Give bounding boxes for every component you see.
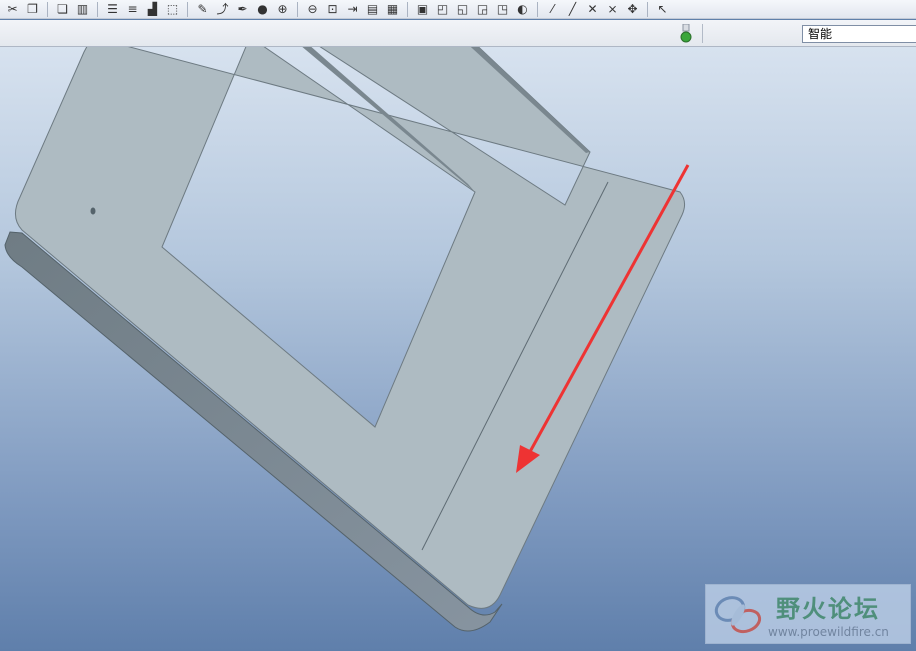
toolbar-separator [47, 1, 48, 17]
toolbar-separator [537, 1, 538, 17]
sphere-icon[interactable]: ● [254, 1, 271, 17]
graphics-viewport[interactable] [0, 47, 916, 651]
spin-center-icon[interactable]: ✥ [624, 1, 641, 17]
main-toolbar: ✂ ❐ ❏ ▥ ☰ ≡ ▟ ⬚ ✎ ⤴ ✒ ● ⊕ ⊖ ⊡ ⇥ ▤ ▦ ▣ ◰ ◱ ◲ ◳ ◐ ⁄ ╱ ✕ ⨯ ✥ ↖ [0, 0, 916, 19]
appearance-icon[interactable]: ✒ [234, 1, 251, 17]
toolbar-separator [97, 1, 98, 17]
view-layers-icon[interactable]: ▦ [384, 1, 401, 17]
zoom-fit-icon[interactable]: ⊡ [324, 1, 341, 17]
toolbar-separator [647, 1, 648, 17]
coord-sys-icon[interactable]: ⨯ [604, 1, 621, 17]
layer-color-icon[interactable]: ≡ [124, 1, 141, 17]
status-bar: 智能 [0, 20, 916, 47]
no-hidden-icon[interactable]: ◲ [474, 1, 491, 17]
layer-icon[interactable]: ☰ [104, 1, 121, 17]
hidden-line-icon[interactable]: ◱ [454, 1, 471, 17]
cut-icon[interactable]: ✂ [4, 1, 21, 17]
watermark-title: 野火论坛 [776, 595, 880, 623]
zoom-in-icon[interactable]: ⊕ [274, 1, 291, 17]
select-box-icon[interactable]: ⬚ [164, 1, 181, 17]
copy-icon[interactable]: ❐ [24, 1, 41, 17]
curve-icon[interactable]: ⤴ [214, 1, 231, 17]
datum-plane-icon[interactable]: ⁄ [544, 1, 561, 17]
regenerate-icon[interactable]: ▟ [144, 1, 161, 17]
paste-icon[interactable]: ❏ [54, 1, 71, 17]
small-hole [90, 207, 96, 215]
model-tree-icon[interactable]: ▥ [74, 1, 91, 17]
zoom-out-icon[interactable]: ⊖ [304, 1, 321, 17]
forum-watermark: 野火论坛 www.proewildfire.cn [705, 584, 911, 644]
butterfly-logo-icon [714, 596, 762, 634]
reorient-icon[interactable]: ⇥ [344, 1, 361, 17]
enhanced-shading-icon[interactable]: ◐ [514, 1, 531, 17]
wireframe-icon[interactable]: ◰ [434, 1, 451, 17]
part-model [4, 47, 690, 632]
selection-filter-select[interactable]: 智能 [802, 25, 916, 43]
camera-icon[interactable]: ▣ [414, 1, 431, 17]
sketch-icon[interactable]: ✎ [194, 1, 211, 17]
datum-axis-icon[interactable]: ╱ [564, 1, 581, 17]
regen-status-icon[interactable] [679, 24, 693, 44]
toolbar-separator [187, 1, 188, 17]
select-cursor-icon[interactable]: ↖ [654, 1, 671, 17]
toolbar-separator [407, 1, 408, 17]
saved-view-icon[interactable]: ▤ [364, 1, 381, 17]
watermark-url: www.proewildfire.cn [768, 625, 889, 639]
datum-point-icon[interactable]: ✕ [584, 1, 601, 17]
status-divider [702, 24, 703, 43]
shading-icon[interactable]: ◳ [494, 1, 511, 17]
toolbar-separator [297, 1, 298, 17]
